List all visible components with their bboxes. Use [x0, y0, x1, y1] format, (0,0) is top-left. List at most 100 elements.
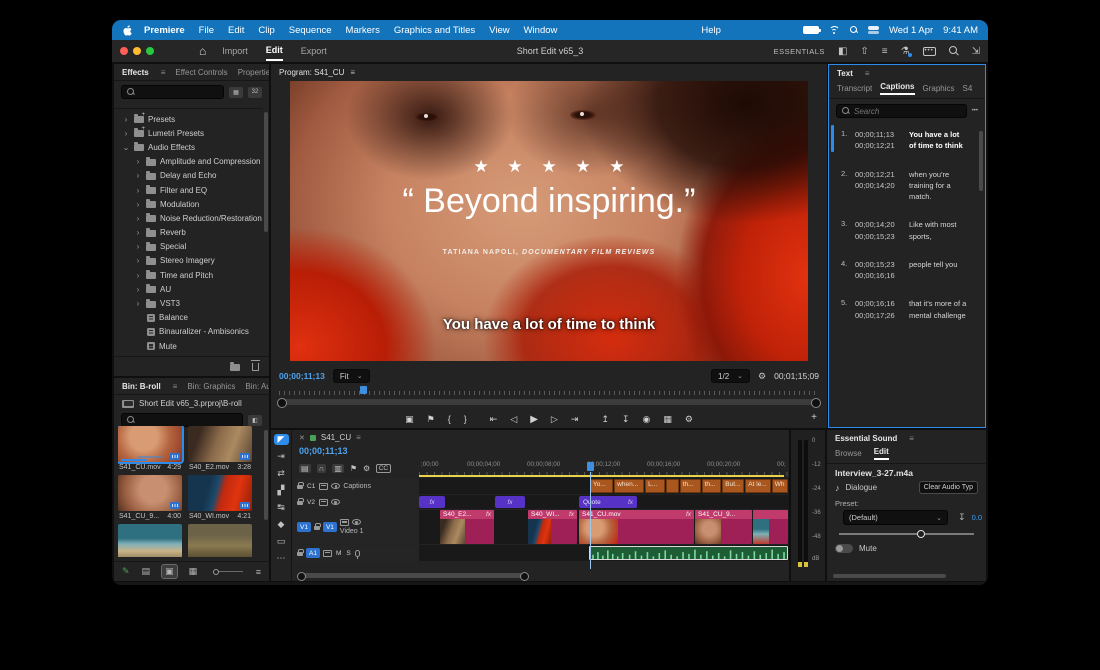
- gain-value[interactable]: 0.0: [972, 513, 982, 522]
- step-forward-icon[interactable]: ▷: [551, 414, 558, 425]
- more-tools-icon[interactable]: ⋯: [277, 553, 286, 564]
- panel-menu-icon[interactable]: ≡: [865, 69, 870, 78]
- snap-magnet-icon[interactable]: ∩: [316, 464, 327, 473]
- add-marker-icon[interactable]: ⚑: [350, 464, 357, 473]
- bin-scrollbar[interactable]: [264, 430, 268, 520]
- tree-item-audio-effects[interactable]: ⌄ Audio Effects: [114, 140, 263, 154]
- sequence-tab-label[interactable]: S41_CU: [321, 433, 351, 442]
- close-window-button[interactable]: [120, 47, 128, 55]
- tree-item-modulation[interactable]: › Modulation: [114, 197, 263, 211]
- clear-audio-type-button[interactable]: Clear Audio Typ: [918, 481, 978, 494]
- solo-track-button[interactable]: S: [345, 550, 351, 557]
- effects-scrollbar[interactable]: [264, 112, 268, 232]
- tree-item-delay-echo[interactable]: › Delay and Echo: [114, 169, 263, 183]
- timeline-playhead[interactable]: [587, 462, 594, 569]
- nav-export[interactable]: Export: [301, 42, 327, 60]
- menubar-date[interactable]: Wed 1 Apr: [889, 25, 933, 36]
- chevron-right-icon[interactable]: ›: [134, 256, 142, 265]
- tree-item-amplitude[interactable]: › Amplitude and Compression: [114, 155, 263, 169]
- edit-pencil-icon[interactable]: ✎: [122, 566, 130, 577]
- battery-icon[interactable]: [802, 26, 821, 34]
- chevron-right-icon[interactable]: ›: [122, 115, 130, 124]
- v2-track-badge[interactable]: V2: [306, 499, 316, 506]
- lock-icon[interactable]: [297, 549, 304, 557]
- tree-item-noise-reduction[interactable]: › Noise Reduction/Restoration: [114, 211, 263, 225]
- menu-clip[interactable]: Clip: [258, 25, 274, 36]
- tree-item-time-pitch[interactable]: › Time and Pitch: [114, 268, 263, 282]
- a1-track-badge[interactable]: A1: [306, 548, 320, 558]
- program-current-timecode[interactable]: 00;00;11;13: [279, 371, 325, 381]
- menubar-clock[interactable]: 9:41 AM: [943, 25, 978, 36]
- nav-edit[interactable]: Edit: [265, 41, 283, 61]
- chevron-down-icon[interactable]: ⌄: [122, 143, 130, 152]
- tab-bin-broll[interactable]: Bin: B-roll: [122, 382, 161, 391]
- beta-feedback-icon[interactable]: ⚗: [901, 46, 912, 57]
- lock-icon[interactable]: [313, 523, 321, 531]
- clip-thumbnail[interactable]: [188, 426, 252, 462]
- captions-menu-dots-icon[interactable]: •••: [972, 108, 978, 114]
- delete-icon[interactable]: [251, 360, 260, 371]
- video-clip-s40-e2[interactable]: S40_E2... fx: [440, 510, 494, 544]
- workspaces-icon[interactable]: ◧: [838, 46, 847, 57]
- caption-clip[interactable]: Wh: [771, 479, 788, 493]
- caption-text[interactable]: when you're training for a match.: [909, 169, 967, 203]
- preset-dropdown[interactable]: (Default) ⌄: [843, 510, 949, 525]
- tab-graphics[interactable]: Graphics: [923, 84, 955, 93]
- thumbnail-view-icon[interactable]: ▣: [161, 564, 178, 579]
- menu-sequence[interactable]: Sequence: [289, 25, 332, 36]
- bin-breadcrumb[interactable]: Short Edit v65_3.prproj\B-roll: [139, 399, 242, 408]
- go-to-in-icon[interactable]: ⇤: [490, 414, 498, 425]
- apple-menu-icon[interactable]: [122, 24, 132, 36]
- tree-item-balance[interactable]: Balance: [114, 311, 263, 325]
- caption-row-3[interactable]: 3. 00;00;14;20 00;00;15;23 Like with most…: [829, 215, 985, 246]
- panel-menu-icon[interactable]: ≡: [356, 433, 361, 442]
- tab-bin-audio[interactable]: Bin: Au: [245, 382, 269, 391]
- settings-wrench-icon[interactable]: ⚙: [758, 371, 766, 382]
- essential-sound-hscrollbar[interactable]: [833, 574, 946, 578]
- captions-search[interactable]: [836, 104, 967, 118]
- a1-track-lane[interactable]: [419, 545, 789, 561]
- wifi-icon[interactable]: [828, 25, 840, 35]
- bin-clip-s41-cu[interactable]: S41_CU.mov 4:29: [118, 426, 184, 471]
- caption-clip[interactable]: But...: [722, 479, 745, 493]
- video-clip-s40-wi[interactable]: S40_WI... fx: [528, 510, 577, 544]
- tab-edit[interactable]: Edit: [873, 447, 889, 460]
- caption-clip[interactable]: when...: [614, 479, 645, 493]
- caption-clip[interactable]: Yo...: [590, 479, 614, 493]
- caption-text[interactable]: people tell you: [909, 259, 967, 282]
- ripple-edit-tool-icon[interactable]: ⇄: [277, 468, 285, 479]
- caption-text[interactable]: that it's more of a mental challenge: [909, 298, 967, 321]
- thumbnail-zoom-slider[interactable]: [213, 568, 243, 575]
- panel-menu-icon[interactable]: ≡: [909, 434, 914, 443]
- clip-thumbnail[interactable]: [188, 475, 252, 511]
- slider-knob[interactable]: [917, 529, 926, 538]
- panel-menu-icon[interactable]: ≡: [350, 68, 355, 77]
- captions-visibility-icon[interactable]: CC: [376, 464, 391, 473]
- bin-clip-s40-e2[interactable]: S40_E2.mov 3:28: [188, 426, 252, 471]
- pen-tool-icon[interactable]: ◆: [278, 519, 285, 530]
- lift-icon[interactable]: ↥: [601, 414, 609, 425]
- video-clip-s41-cu[interactable]: S41_CU.mov fx: [579, 510, 694, 544]
- camera-filter-icon[interactable]: ◧: [248, 414, 262, 426]
- track-select-forward-tool-icon[interactable]: ⇥: [277, 451, 285, 462]
- caption-row-5[interactable]: 5. 00;00;16;16 00;00;17;26 that it's more…: [829, 294, 985, 325]
- step-back-icon[interactable]: ◁: [510, 414, 517, 425]
- text-panel-title[interactable]: Text: [837, 69, 853, 78]
- close-sequence-icon[interactable]: ✕: [299, 434, 305, 442]
- go-to-out-icon[interactable]: ⇥: [571, 414, 579, 425]
- clip-thumbnail[interactable]: [188, 524, 252, 557]
- linked-selection-icon[interactable]: ▥: [332, 464, 344, 473]
- workspace-label[interactable]: ESSENTIALS: [774, 47, 825, 56]
- track-output-eye-icon[interactable]: [330, 499, 340, 505]
- v1-track-lane[interactable]: S40_E2...fx S40_WI...fx S41_CU.movfx: [419, 510, 789, 544]
- chevron-right-icon[interactable]: ›: [122, 129, 130, 138]
- loudness-slider[interactable]: [839, 529, 974, 538]
- program-video-frame[interactable]: ★ ★ ★ ★ ★ “ Beyond inspiring.” TATIANA N…: [290, 81, 808, 361]
- graphic-clip[interactable]: fx: [495, 496, 525, 508]
- caption-clip[interactable]: th...: [701, 479, 722, 493]
- track-output-eye-icon[interactable]: [351, 519, 361, 525]
- add-button-icon[interactable]: +: [811, 412, 817, 423]
- tree-item-lumetri-presets[interactable]: ›Lumetri Presets: [114, 126, 263, 140]
- clip-thumbnail[interactable]: [118, 524, 182, 557]
- caption-clip[interactable]: [665, 479, 679, 493]
